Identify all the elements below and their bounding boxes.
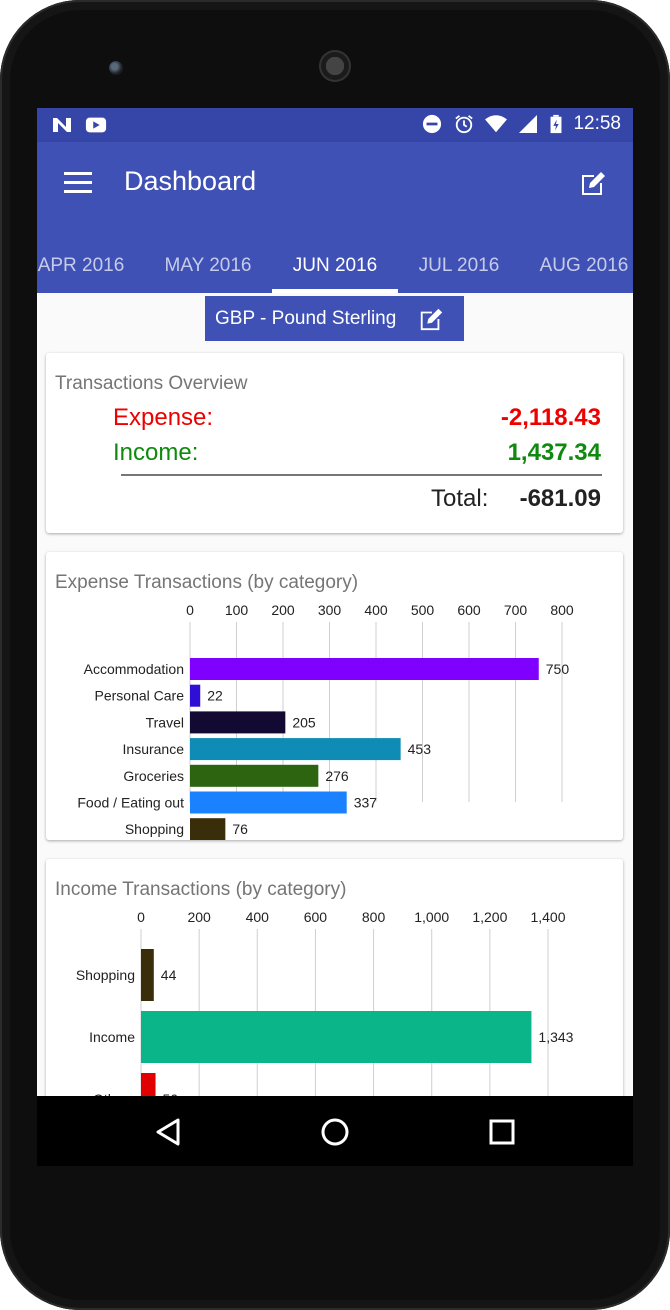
x-tick-label: 1,000 bbox=[414, 909, 449, 925]
x-tick-label: 800 bbox=[362, 909, 386, 925]
bar[interactable] bbox=[190, 764, 319, 787]
bar[interactable] bbox=[190, 791, 347, 814]
bar[interactable] bbox=[190, 738, 401, 761]
x-tick-label: 0 bbox=[186, 602, 194, 618]
month-tabs: APR 2016 MAY 2016 JUN 2016 JUL 2016 AUG … bbox=[37, 238, 633, 293]
front-camera bbox=[109, 61, 123, 75]
x-tick-label: 0 bbox=[137, 909, 145, 925]
x-tick-label: 500 bbox=[411, 602, 435, 618]
tab-apr-2016[interactable]: APR 2016 bbox=[37, 238, 127, 293]
tab-jul-2016[interactable]: JUL 2016 bbox=[397, 238, 521, 293]
x-tick-label: 1,400 bbox=[530, 909, 565, 925]
transactions-overview-card: Transactions Overview Expense: -2,118.43… bbox=[46, 353, 623, 533]
bar-value-label: 337 bbox=[354, 795, 378, 811]
youtube-icon bbox=[85, 117, 107, 133]
bar[interactable] bbox=[141, 949, 154, 1001]
x-tick-label: 600 bbox=[304, 909, 328, 925]
n-logo-icon bbox=[53, 118, 71, 132]
expense-chart-card: Expense Transactions (by category) 0 100 2… bbox=[46, 552, 623, 840]
category-label: Income bbox=[89, 1029, 135, 1045]
x-tick-label: 100 bbox=[225, 602, 249, 618]
bar-value-label: 453 bbox=[408, 741, 432, 757]
category-label: Shopping bbox=[76, 967, 135, 983]
wifi-icon bbox=[485, 115, 508, 133]
category-label: Accommodation bbox=[84, 661, 184, 677]
currency-label: GBP - Pound Sterling bbox=[215, 307, 397, 329]
bar-value-label: 205 bbox=[292, 714, 316, 730]
x-tick-label: 200 bbox=[187, 909, 211, 925]
home-icon[interactable] bbox=[313, 1110, 357, 1154]
clock: 12:58 bbox=[573, 113, 621, 134]
income-label: Income: bbox=[113, 439, 199, 466]
alarm-icon bbox=[455, 115, 474, 134]
category-label: Food / Eating out bbox=[77, 795, 184, 811]
tab-label: APR 2016 bbox=[37, 254, 125, 276]
earpiece-speaker bbox=[319, 50, 351, 82]
battery-charging-icon bbox=[550, 114, 562, 134]
bar[interactable] bbox=[190, 684, 201, 707]
x-tick-label: 800 bbox=[550, 602, 574, 618]
bar-value-label: 1,343 bbox=[538, 1029, 573, 1045]
category-label: Insurance bbox=[123, 741, 185, 757]
tab-label: AUG 2016 bbox=[539, 254, 629, 276]
screen: 12:58 Dashboard APR 2016 MAY 2016 JUN 20… bbox=[37, 108, 633, 1166]
x-tick-label: 600 bbox=[457, 602, 481, 618]
tab-label: JUN 2016 bbox=[292, 254, 378, 276]
total-divider bbox=[121, 474, 602, 476]
x-tick-label: 1,200 bbox=[472, 909, 507, 925]
income-value: 1,437.34 bbox=[507, 439, 601, 466]
bar[interactable] bbox=[190, 711, 286, 734]
currency-button[interactable]: GBP - Pound Sterling bbox=[205, 296, 464, 341]
tab-aug-2016[interactable]: AUG 2016 bbox=[522, 238, 633, 293]
bar-value-label: 22 bbox=[207, 688, 223, 704]
tab-label: JUL 2016 bbox=[418, 254, 500, 276]
category-label: Shopping bbox=[125, 821, 184, 837]
expense-bar-chart: 0 100 200 300 400 500 600 700 800 Accommodation 75… bbox=[77, 602, 574, 840]
expense-value: -2,118.43 bbox=[500, 404, 601, 431]
bar[interactable] bbox=[141, 1011, 532, 1063]
menu-icon[interactable] bbox=[64, 172, 92, 194]
x-tick-label: 400 bbox=[246, 909, 270, 925]
bar[interactable] bbox=[190, 818, 226, 840]
total-label: Total: bbox=[431, 485, 489, 512]
tab-jun-2016[interactable]: JUN 2016 bbox=[272, 238, 398, 293]
system-nav-bar bbox=[37, 1096, 633, 1166]
back-icon[interactable] bbox=[146, 1110, 190, 1154]
category-label: Travel bbox=[146, 714, 184, 730]
total-value: -681.09 bbox=[519, 485, 601, 512]
x-tick-label: 400 bbox=[364, 602, 388, 618]
x-tick-label: 200 bbox=[271, 602, 295, 618]
category-label: Personal Care bbox=[95, 688, 185, 704]
x-tick-label: 700 bbox=[504, 602, 528, 618]
overview-title: Transactions Overview bbox=[55, 373, 248, 394]
bar[interactable] bbox=[190, 658, 539, 680]
status-bar: 12:58 bbox=[37, 108, 633, 142]
x-tick-label: 300 bbox=[318, 602, 342, 618]
tab-label: MAY 2016 bbox=[164, 254, 252, 276]
edit-currency-icon bbox=[420, 308, 443, 331]
category-label: Groceries bbox=[123, 768, 184, 784]
bar-value-label: 76 bbox=[232, 821, 248, 837]
app-bar: Dashboard APR 2016 MAY 2016 JUN 2016 JUL… bbox=[37, 142, 633, 293]
edit-icon[interactable] bbox=[579, 169, 607, 197]
recents-icon[interactable] bbox=[480, 1110, 524, 1154]
do-not-disturb-icon bbox=[423, 114, 442, 134]
bar-value-label: 276 bbox=[325, 768, 349, 784]
bar-value-label: 750 bbox=[546, 661, 570, 677]
signal-icon bbox=[519, 115, 538, 133]
page-title: Dashboard bbox=[124, 166, 257, 196]
expense-label: Expense: bbox=[113, 404, 214, 431]
dashboard-content: GBP - Pound Sterling Transactions Overvi… bbox=[37, 293, 633, 1166]
bar-value-label: 44 bbox=[161, 967, 177, 983]
tab-may-2016[interactable]: MAY 2016 bbox=[146, 238, 270, 293]
